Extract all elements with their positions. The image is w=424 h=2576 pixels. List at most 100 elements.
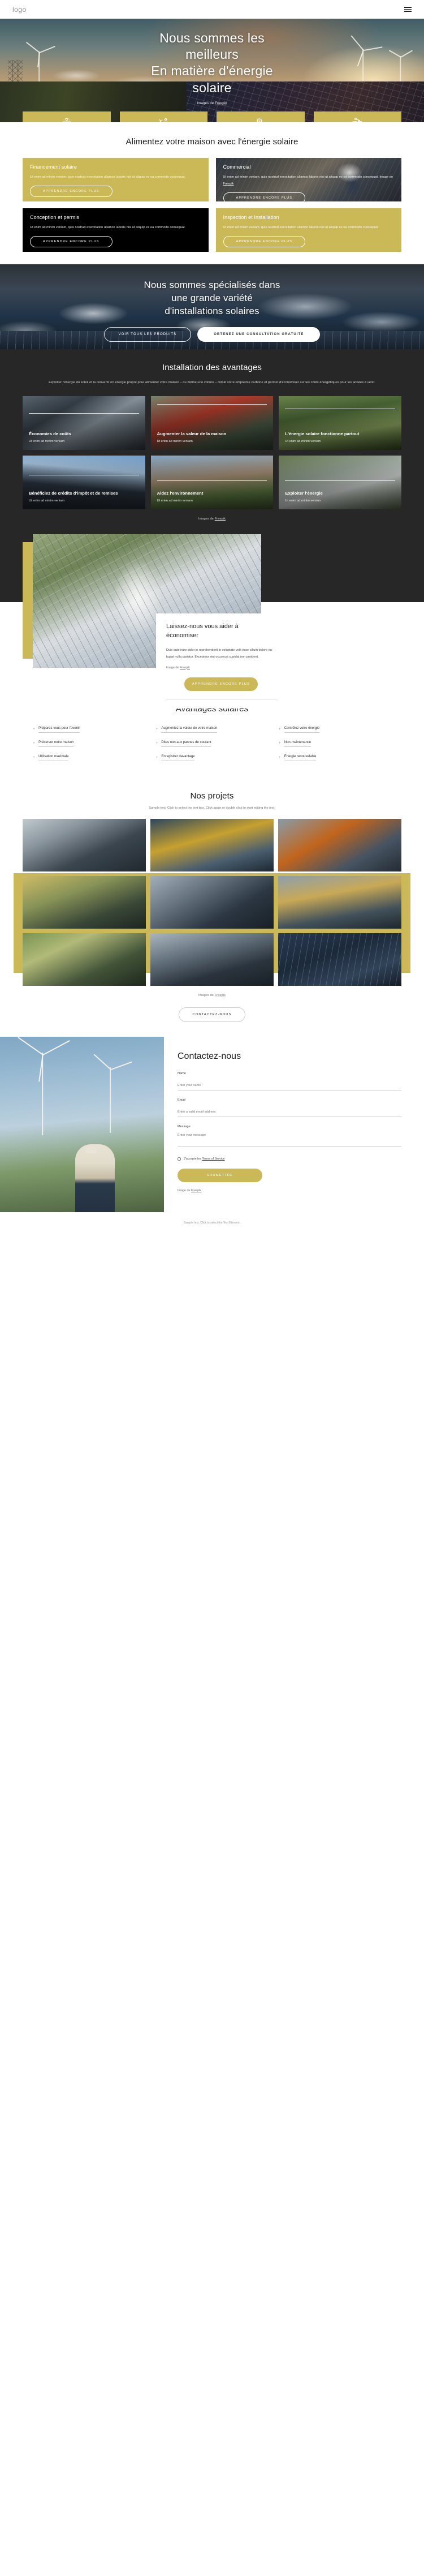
divider — [29, 413, 139, 414]
project-tile[interactable] — [23, 818, 146, 871]
benefit-caption: Ut enim ad minim veniam — [285, 499, 321, 503]
contact-photo — [0, 1036, 164, 1212]
project-tile[interactable] — [150, 933, 274, 986]
email-input[interactable] — [178, 1108, 401, 1117]
plus-icon: + — [33, 755, 36, 759]
wind-turbine-icon — [93, 1054, 132, 1133]
benefit-heading: Bénéficiez de crédits d'impôt et de remi… — [29, 491, 118, 496]
name-label: Name — [178, 1071, 186, 1075]
service-card-conception[interactable]: Conception et permis Ut enim ad minim ve… — [23, 208, 209, 252]
advantages-column-1: + Préparez-vous pour l'avenir + Préserver … — [33, 726, 145, 768]
plus-icon: + — [278, 755, 281, 759]
benefit-caption: Ut enim ad minim veniam — [157, 440, 193, 444]
benefit-tile-home-value[interactable]: Augmenter la valeur de la maison Ut enim… — [150, 396, 274, 450]
contact-title: Contactez-nous — [178, 1051, 241, 1061]
plus-icon: + — [155, 741, 158, 746]
advantage-label: Énergie renouvelable — [284, 754, 317, 761]
benefit-tile-environment[interactable]: Aidez l'environnement Ut enim ad minim v… — [150, 456, 274, 510]
service-card-inspection[interactable]: Inspection et Installation Ut enim ad mi… — [215, 208, 401, 252]
advantages-grid: + Préparez-vous pour l'avenir + Préserver … — [0, 714, 424, 768]
advantage-item[interactable]: + Préparez-vous pour l'avenir — [33, 726, 145, 733]
service-text: Ut enim ad minim veniam, quis nostrud ex… — [223, 174, 395, 187]
landing-page: logo Nous sommes les meilleurs En matièr… — [0, 0, 424, 1233]
advantage-label: Augmentez la valeur de votre maison — [161, 726, 218, 733]
advantages-column-2: + Augmentez la valeur de votre maison + Di… — [155, 726, 268, 768]
consent-row: J'accepte les Terms of Service — [178, 1157, 401, 1161]
credit-prefix: Image de — [178, 1188, 191, 1192]
service-card-commercial[interactable]: Commercial Ut enim ad minim veniam, quis… — [215, 158, 401, 201]
service-learn-more-button[interactable]: APPRENDRE ENCORE PLUS — [223, 192, 306, 201]
project-tile[interactable] — [278, 933, 401, 986]
benefits-image-credit: Images de Freepik — [0, 509, 424, 521]
services-section: Alimentez votre maison avec l'énergie so… — [0, 122, 424, 264]
project-tile[interactable] — [278, 818, 401, 871]
save-image-credit: Image de Freepik — [166, 666, 276, 669]
advantage-label: Non-maintenance — [284, 740, 311, 747]
hamburger-icon[interactable] — [404, 7, 412, 12]
save-heading-line-2: économiser — [166, 632, 198, 639]
advantage-item[interactable]: + Enregistrer davantage — [155, 754, 268, 761]
message-input[interactable] — [178, 1131, 401, 1147]
advantage-item[interactable]: + Utilisation maximale — [33, 754, 145, 761]
hero-card-repair[interactable]: Expert en réparation de panneaux solaire… — [217, 111, 305, 122]
contact-form: Contactez-nous Name Email Message J'acce… — [164, 1037, 424, 1212]
benefit-tile-tax-credits[interactable]: Bénéficiez de crédits d'impôt et de remi… — [23, 456, 145, 510]
divider — [285, 480, 395, 482]
hero-card-inspection[interactable]: Inspection de l'onduleur — [23, 111, 111, 122]
services-grid: Financement solaire Ut enim ad minim ven… — [0, 147, 424, 252]
benefit-tile-works-everywhere[interactable]: L'énergie solaire fonctionne partout Ut … — [279, 396, 401, 450]
project-tile[interactable] — [150, 875, 274, 929]
hero-title-line-1: Nous sommes les — [159, 31, 265, 45]
credit-link[interactable]: Freepik — [180, 666, 190, 669]
project-tile[interactable] — [23, 933, 146, 986]
advantage-item[interactable]: + Dites non aux pannes de courant — [155, 740, 268, 747]
save-learn-more-button[interactable]: APPRENDRE ENCORE PLUS — [184, 677, 258, 691]
credit-link[interactable]: Freepik — [191, 1189, 201, 1192]
name-input[interactable] — [178, 1081, 401, 1090]
save-info-card: Laissez-nous vous aider à économiser Dui… — [156, 613, 286, 709]
plus-icon: + — [278, 727, 281, 732]
credit-link[interactable]: Freepik — [215, 994, 226, 997]
benefit-caption: Ut enim ad minim veniam — [285, 440, 321, 444]
advantage-item[interactable]: + Contrôlez votre énergie — [279, 726, 391, 733]
submit-button[interactable]: SOUMETTRE — [178, 1168, 262, 1182]
service-learn-more-button[interactable]: APPRENDRE ENCORE PLUS — [30, 186, 113, 198]
advantage-item[interactable]: + Augmentez la valeur de votre maison — [155, 726, 268, 733]
advantage-item[interactable]: + Énergie renouvelable — [279, 754, 391, 761]
hero-section: Nous sommes les meilleurs En matière d'é… — [0, 19, 424, 122]
service-heading: Conception et permis — [30, 214, 80, 220]
wind-turbine-icon — [18, 1037, 70, 1135]
project-tile[interactable] — [278, 875, 401, 929]
credit-link[interactable]: Freepik — [215, 517, 226, 521]
specialised-content: Nous sommes spécialisés dans une grande … — [0, 264, 424, 342]
service-card-financement[interactable]: Financement solaire Ut enim ad minim ven… — [23, 158, 209, 201]
site-logo[interactable]: logo — [12, 6, 27, 14]
benefit-tile-harness-energy[interactable]: Exploiter l'énergie Ut enim ad minim ven… — [279, 456, 401, 510]
projects-stage — [0, 818, 424, 986]
advantage-label: Dites non aux pannes de courant — [161, 740, 211, 747]
advantage-item[interactable]: + Préserver notre maison — [33, 740, 145, 747]
hero-title: Nous sommes les meilleurs En matière d'é… — [0, 30, 424, 96]
terms-checkbox[interactable] — [178, 1157, 181, 1161]
contact-us-button[interactable]: CONTACTEZ-NOUS — [179, 1007, 245, 1022]
solar-panel-sun-icon — [62, 118, 71, 122]
hero-card-diagnostic[interactable]: Diagnostic complet — [119, 111, 207, 122]
free-consultation-button[interactable]: OBTENEZ UNE CONSULTATION GRATUITE — [197, 327, 321, 342]
save-paragraph: Duis aute irure dolor in reprehenderit i… — [166, 649, 272, 659]
benefit-tile-cost-savings[interactable]: Économies de coûts Ut enim ad minim veni… — [23, 396, 145, 450]
terms-of-service-link[interactable]: Terms of Service — [202, 1157, 224, 1161]
credit-link[interactable]: Freepik — [223, 182, 234, 186]
service-learn-more-button[interactable]: APPRENDRE ENCORE PLUS — [223, 236, 306, 248]
site-footer: Sample text. Click to select the Text El… — [0, 1212, 424, 1233]
service-text-body: Ut enim ad minim veniam, quis nostrud ex… — [223, 175, 393, 179]
project-tile[interactable] — [150, 818, 274, 871]
credit-prefix: Image de — [166, 666, 180, 669]
advantage-item[interactable]: + Non-maintenance — [279, 740, 391, 747]
project-tile[interactable] — [23, 875, 146, 929]
service-learn-more-button[interactable]: APPRENDRE ENCORE PLUS — [30, 236, 113, 248]
view-all-products-button[interactable]: VOIR TOUS LES PRODUITS — [103, 327, 192, 342]
benefit-heading: Économies de coûts — [29, 431, 71, 437]
message-label: Message — [178, 1124, 191, 1128]
hero-card-monitoring[interactable]: Mises à jour et surveillance — [313, 111, 401, 122]
service-heading: Financement solaire — [30, 164, 77, 170]
